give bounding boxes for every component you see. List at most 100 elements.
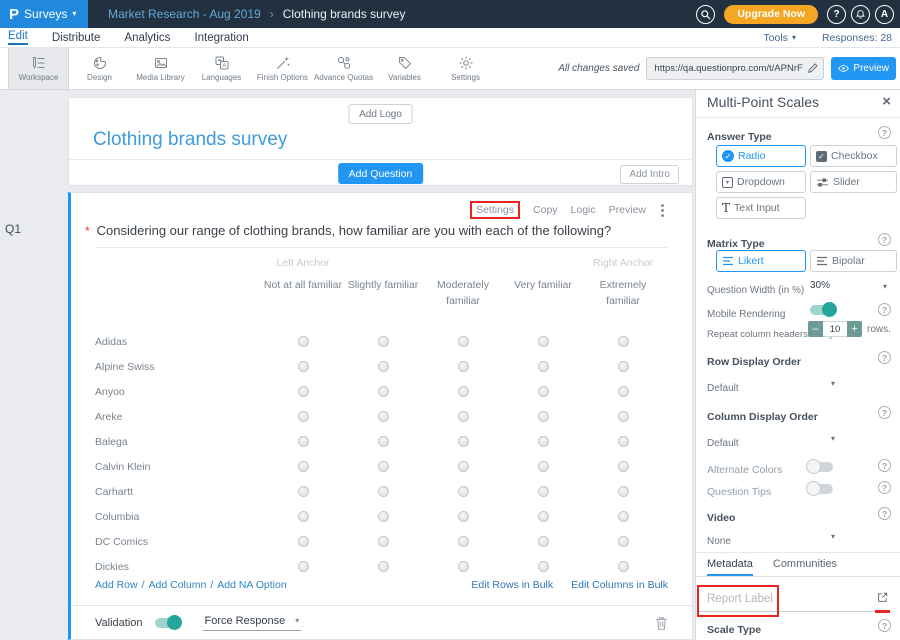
- decrement-button[interactable]: –: [808, 321, 823, 337]
- help-icon[interactable]: ?: [878, 233, 891, 246]
- tools-menu[interactable]: Tools ▾: [763, 32, 796, 44]
- matrix-row-label[interactable]: Balega: [71, 436, 263, 448]
- matrix-right-anchor[interactable]: Right Anchor: [583, 257, 663, 269]
- radio-button[interactable]: [538, 411, 549, 422]
- matrix-left-anchor[interactable]: Left Anchor: [263, 257, 343, 269]
- radio-button[interactable]: [378, 411, 389, 422]
- question-preview-link[interactable]: Preview: [609, 204, 646, 216]
- question-text[interactable]: Considering our range of clothing brands…: [97, 223, 612, 238]
- toolbar-item-media-library[interactable]: Media Library: [130, 48, 191, 89]
- answer-type-option-text-input[interactable]: T Text Input: [716, 197, 806, 219]
- preview-button[interactable]: Preview: [831, 57, 896, 80]
- radio-button[interactable]: [538, 561, 549, 572]
- radio-button[interactable]: [618, 561, 629, 572]
- toolbar-item-design[interactable]: Design: [69, 48, 130, 89]
- radio-button[interactable]: [458, 336, 469, 347]
- matrix-type-option-bipolar[interactable]: Bipolar: [810, 250, 897, 272]
- radio-button[interactable]: [618, 461, 629, 472]
- video-select[interactable]: None ▾: [707, 531, 891, 549]
- radio-button[interactable]: [458, 436, 469, 447]
- radio-button[interactable]: [378, 386, 389, 397]
- alternate-colors-toggle[interactable]: [807, 462, 833, 472]
- search-button[interactable]: [696, 5, 715, 24]
- add-question-button[interactable]: Add Question: [338, 163, 424, 184]
- answer-type-option-radio[interactable]: ✓ Radio: [716, 145, 806, 167]
- radio-button[interactable]: [538, 486, 549, 497]
- column-display-order-select[interactable]: Default ▾: [707, 433, 891, 451]
- matrix-column-header[interactable]: Not at all familiar: [263, 278, 343, 294]
- chevron-down-icon[interactable]: ▾: [883, 282, 887, 291]
- radio-button[interactable]: [298, 461, 309, 472]
- radio-button[interactable]: [538, 336, 549, 347]
- help-icon[interactable]: ?: [878, 406, 891, 419]
- question-tips-toggle[interactable]: [807, 484, 833, 494]
- repeat-headers-value[interactable]: 10: [823, 321, 847, 337]
- radio-button[interactable]: [538, 436, 549, 447]
- radio-button[interactable]: [458, 411, 469, 422]
- radio-button[interactable]: [618, 336, 629, 347]
- radio-button[interactable]: [378, 461, 389, 472]
- radio-button[interactable]: [458, 386, 469, 397]
- edit-url-button[interactable]: [807, 62, 819, 74]
- answer-type-option-checkbox[interactable]: ✓ Checkbox: [810, 145, 897, 167]
- radio-button[interactable]: [538, 461, 549, 472]
- radio-button[interactable]: [538, 536, 549, 547]
- add-logo-button[interactable]: Add Logo: [348, 104, 413, 124]
- menu-item-distribute[interactable]: Distribute: [52, 32, 101, 44]
- force-response-dropdown[interactable]: Force Response ▾: [203, 615, 302, 631]
- add-row-link[interactable]: Add Row: [95, 579, 138, 591]
- radio-button[interactable]: [618, 486, 629, 497]
- upgrade-now-button[interactable]: Upgrade Now: [724, 5, 818, 24]
- more-menu-icon[interactable]: [659, 202, 666, 219]
- toolbar-item-finish-options[interactable]: Finish Options: [252, 48, 313, 89]
- radio-button[interactable]: [298, 336, 309, 347]
- matrix-column-header[interactable]: Very familiar: [503, 278, 583, 294]
- help-icon[interactable]: ?: [878, 459, 891, 472]
- question-settings-link[interactable]: Settings: [476, 204, 514, 216]
- matrix-row-label[interactable]: Carhartt: [71, 486, 263, 498]
- help-icon[interactable]: ?: [878, 351, 891, 364]
- radio-button[interactable]: [298, 436, 309, 447]
- radio-button[interactable]: [378, 536, 389, 547]
- radio-button[interactable]: [298, 561, 309, 572]
- answer-type-option-slider[interactable]: Slider: [810, 171, 897, 193]
- menu-item-analytics[interactable]: Analytics: [124, 32, 170, 44]
- radio-button[interactable]: [458, 361, 469, 372]
- question-logic-link[interactable]: Logic: [571, 204, 596, 216]
- survey-url-input[interactable]: [646, 57, 824, 80]
- radio-button[interactable]: [378, 336, 389, 347]
- radio-button[interactable]: [458, 561, 469, 572]
- radio-button[interactable]: [538, 386, 549, 397]
- account-button[interactable]: A: [875, 5, 894, 24]
- radio-button[interactable]: [458, 461, 469, 472]
- close-panel-button[interactable]: ×: [882, 94, 891, 109]
- notifications-button[interactable]: [851, 5, 870, 24]
- radio-button[interactable]: [298, 536, 309, 547]
- matrix-row-label[interactable]: Adidas: [71, 336, 263, 348]
- toolbar-item-settings[interactable]: Settings: [435, 48, 496, 89]
- radio-button[interactable]: [618, 536, 629, 547]
- open-report-label-button[interactable]: [876, 591, 889, 604]
- radio-button[interactable]: [618, 511, 629, 522]
- radio-button[interactable]: [618, 386, 629, 397]
- delete-question-button[interactable]: [655, 616, 668, 631]
- radio-button[interactable]: [538, 511, 549, 522]
- product-switcher[interactable]: P Surveys ▾: [0, 0, 88, 28]
- radio-button[interactable]: [378, 511, 389, 522]
- increment-button[interactable]: +: [847, 321, 862, 337]
- help-button[interactable]: ?: [827, 5, 846, 24]
- edit-rows-bulk-link[interactable]: Edit Rows in Bulk: [471, 579, 553, 591]
- radio-button[interactable]: [298, 511, 309, 522]
- responses-count-link[interactable]: Responses: 28: [822, 32, 892, 44]
- menu-item-integration[interactable]: Integration: [194, 32, 248, 44]
- radio-button[interactable]: [298, 411, 309, 422]
- add-column-link[interactable]: Add Column: [149, 579, 207, 591]
- radio-button[interactable]: [538, 361, 549, 372]
- question-width-value[interactable]: 30%: [810, 280, 830, 291]
- menu-item-edit[interactable]: Edit: [8, 30, 28, 45]
- radio-button[interactable]: [298, 386, 309, 397]
- radio-button[interactable]: [378, 436, 389, 447]
- radio-button[interactable]: [298, 486, 309, 497]
- add-intro-button[interactable]: Add Intro: [620, 165, 679, 184]
- radio-button[interactable]: [458, 511, 469, 522]
